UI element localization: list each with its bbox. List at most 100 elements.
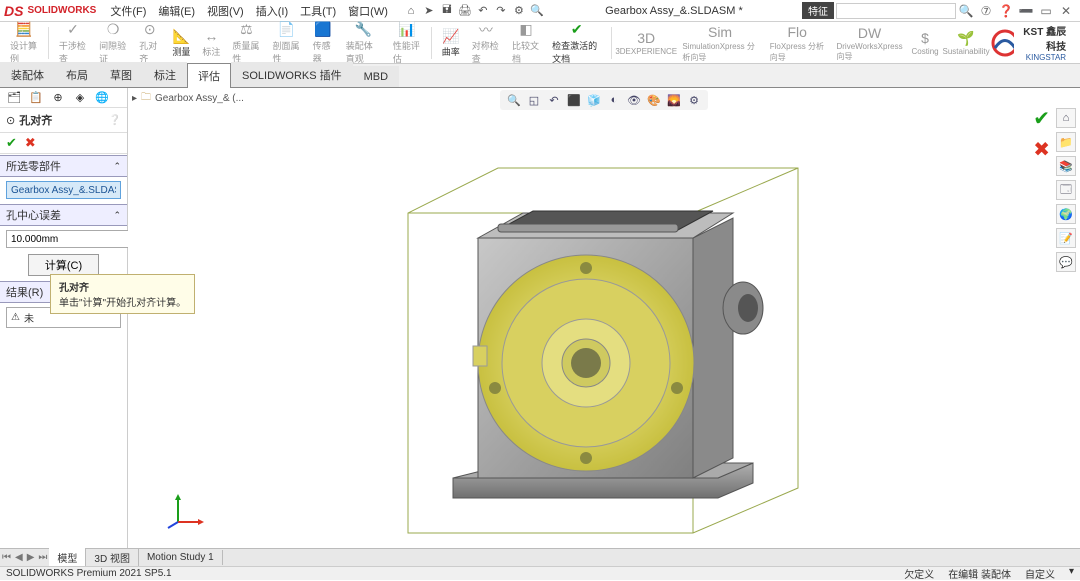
hud-zoom-fit-icon[interactable]: 🔍 [506, 92, 522, 108]
ribbon-interference[interactable]: ✓干涉检查 [53, 19, 93, 67]
pm-cancel-button[interactable]: ✖ [25, 135, 36, 151]
breadcrumb[interactable]: ▸ 🗀 Gearbox Assy_& (... [132, 90, 244, 107]
btm-tab-motion[interactable]: Motion Study 1 [139, 550, 223, 565]
tooltip: 孔对齐 单击"计算"开始孔对齐计算。 [50, 274, 195, 314]
ribbon-mass[interactable]: ⚖质量属性 [226, 19, 266, 67]
hud-zoom-area-icon[interactable]: ◱ [526, 92, 542, 108]
qat-home-icon[interactable]: ⌂ [402, 5, 420, 17]
pm-section-tolerance: 孔中心误差⌃ ▴▾ 计算(C) [0, 203, 127, 280]
calculate-button[interactable]: 计算(C) [28, 254, 99, 276]
tab-layout[interactable]: 布局 [55, 62, 99, 87]
qat-save-icon[interactable]: 🖬 [438, 1, 456, 20]
taskpane-view-palette-icon[interactable]: 🗔 [1056, 180, 1076, 200]
fm-tab-property-mgr[interactable]: 📋 [28, 90, 44, 106]
menu-window[interactable]: 窗口(W) [342, 3, 394, 19]
hud-apply-scene-icon[interactable]: 🌄 [666, 92, 682, 108]
status-editing: 在编辑 装配体 [948, 566, 1011, 581]
ribbon-sensor[interactable]: 🟦传感器 [307, 19, 340, 67]
taskpane-custom-props-icon[interactable]: 📝 [1056, 228, 1076, 248]
tab-annotate[interactable]: 标注 [143, 62, 187, 87]
taskpane-library-icon[interactable]: 📚 [1056, 156, 1076, 176]
qat-open-icon[interactable]: ➤ [420, 4, 438, 17]
btm-tab-3dview[interactable]: 3D 视图 [86, 548, 139, 567]
search-scope-label[interactable]: 特征 [802, 2, 834, 19]
btm-nav-prev[interactable]: ◀ [13, 552, 25, 563]
close-icon[interactable]: ✕ [1056, 4, 1076, 18]
tab-mbd[interactable]: MBD [353, 66, 399, 87]
taskpane-appearances-icon[interactable]: 🌍 [1056, 204, 1076, 224]
hud-display-style-icon[interactable]: ◐ [606, 92, 622, 108]
ribbon-clearance[interactable]: ❍间隙验证 [93, 19, 133, 67]
ribbon-sustain[interactable]: 🌱Sustainability [942, 27, 991, 58]
search-input[interactable] [836, 3, 956, 19]
menu-view[interactable]: 视图(V) [201, 3, 250, 19]
fm-tab-dim[interactable]: ◈ [72, 90, 88, 106]
view-triad[interactable] [168, 492, 204, 528]
ribbon-costing[interactable]: $Costing [908, 27, 941, 58]
fm-tab-feature-tree[interactable]: 🗂 [6, 90, 22, 106]
status-units[interactable]: 自定义 [1025, 566, 1055, 581]
maximize-icon[interactable]: ▭ [1036, 4, 1056, 18]
menu-edit[interactable]: 编辑(E) [152, 3, 201, 19]
status-dropdown-icon[interactable]: ▾ [1069, 566, 1074, 581]
qat-search-icon[interactable]: 🔍 [528, 4, 546, 17]
pm-section-hdr-components[interactable]: 所选零部件⌃ [0, 155, 127, 177]
btm-nav-last[interactable]: ⏭ [36, 552, 49, 563]
qat-undo-icon[interactable]: ↶ [474, 4, 492, 17]
hud-section-icon[interactable]: ⬛ [566, 92, 582, 108]
3d-viewport[interactable]: ▸ 🗀 Gearbox Assy_& (... 🔍 ◱ ↶ ⬛ 🧊 ◐ 👁 🎨 … [128, 88, 1080, 558]
taskpane-home-icon[interactable]: ⌂ [1056, 108, 1076, 128]
ribbon-assy-vis[interactable]: 🔧装配体直观 [340, 19, 387, 67]
pm-help-icon[interactable]: ❔ [109, 115, 121, 126]
ribbon-perf[interactable]: 📊性能评估 [387, 19, 427, 67]
tab-assembly[interactable]: 装配体 [0, 62, 55, 87]
search-go-icon[interactable]: 🔍 [956, 4, 976, 18]
help-web-icon[interactable]: ⑦ [976, 4, 996, 18]
tolerance-input[interactable] [6, 230, 148, 248]
btm-nav-next[interactable]: ▶ [25, 552, 37, 563]
pm-section-components: 所选零部件⌃ [0, 154, 127, 203]
ribbon-3dexperience[interactable]: 3D3DEXPERIENCE [616, 27, 676, 58]
selected-component-field[interactable] [6, 181, 121, 199]
ribbon-curvature[interactable]: 📈曲率 [436, 25, 466, 60]
help-icon[interactable]: ❓ [996, 4, 1016, 18]
tab-evaluate[interactable]: 评估 [187, 63, 231, 88]
ribbon-compare[interactable]: ◧比较文档 [506, 19, 546, 67]
ribbon-markup[interactable]: ↔标注 [196, 25, 226, 60]
hud-edit-appearance-icon[interactable]: 🎨 [646, 92, 662, 108]
qat-print-icon[interactable]: 🖨 [456, 4, 474, 17]
minimize-icon[interactable]: ➖ [1016, 4, 1036, 18]
ribbon-simxpress[interactable]: SimSimulationXpress 分析向导 [676, 21, 763, 65]
qat-options-icon[interactable]: ⚙ [510, 4, 528, 17]
ribbon-symmetry[interactable]: 〰对称检查 [466, 19, 506, 67]
ribbon-design-study[interactable]: 🧮设计算例 [4, 19, 44, 67]
corner-ok-icon[interactable]: ✔ [1033, 106, 1050, 131]
pm-ok-button[interactable]: ✔ [6, 135, 17, 151]
menu-file[interactable]: 文件(F) [104, 3, 152, 19]
ribbon-floxpress[interactable]: FloFloXpress 分析向导 [764, 21, 831, 65]
tab-sketch[interactable]: 草图 [99, 62, 143, 87]
corner-cancel-icon[interactable]: ✖ [1033, 137, 1050, 162]
taskpane-resources-icon[interactable]: 📁 [1056, 132, 1076, 152]
ribbon-measure[interactable]: 📐测量 [166, 25, 196, 60]
ribbon-section-props[interactable]: 📄剖面属性 [266, 19, 306, 67]
hud-hide-show-icon[interactable]: 👁 [626, 92, 642, 108]
fm-tab-config[interactable]: ⊕ [50, 90, 66, 106]
pm-section-hdr-tolerance[interactable]: 孔中心误差⌃ [0, 204, 127, 226]
ribbon-check-doc[interactable]: ✔检查激活的文档 [546, 19, 607, 67]
qat-redo-icon[interactable]: ↷ [492, 4, 510, 17]
btm-nav-first[interactable]: ⏮ [0, 552, 13, 563]
btm-tab-model[interactable]: 模型 [49, 548, 86, 567]
hud-view-settings-icon[interactable]: ⚙ [686, 92, 702, 108]
ribbon-driveworks[interactable]: DWDriveWorksXpress 向导 [831, 22, 909, 64]
hud-prev-view-icon[interactable]: ↶ [546, 92, 562, 108]
menu-tools[interactable]: 工具(T) [294, 3, 342, 19]
fm-tab-display[interactable]: 🌐 [94, 90, 110, 106]
hud-view-orient-icon[interactable]: 🧊 [586, 92, 602, 108]
menu-insert[interactable]: 插入(I) [250, 3, 294, 19]
heads-up-toolbar: 🔍 ◱ ↶ ⬛ 🧊 ◐ 👁 🎨 🌄 ⚙ [500, 90, 708, 110]
taskpane-forum-icon[interactable]: 💬 [1056, 252, 1076, 272]
pm-confirm-row: ✔ ✖ [0, 132, 127, 154]
ribbon-hole-align[interactable]: ⊙孔对齐 [133, 19, 166, 67]
tab-addins[interactable]: SOLIDWORKS 插件 [231, 62, 353, 87]
